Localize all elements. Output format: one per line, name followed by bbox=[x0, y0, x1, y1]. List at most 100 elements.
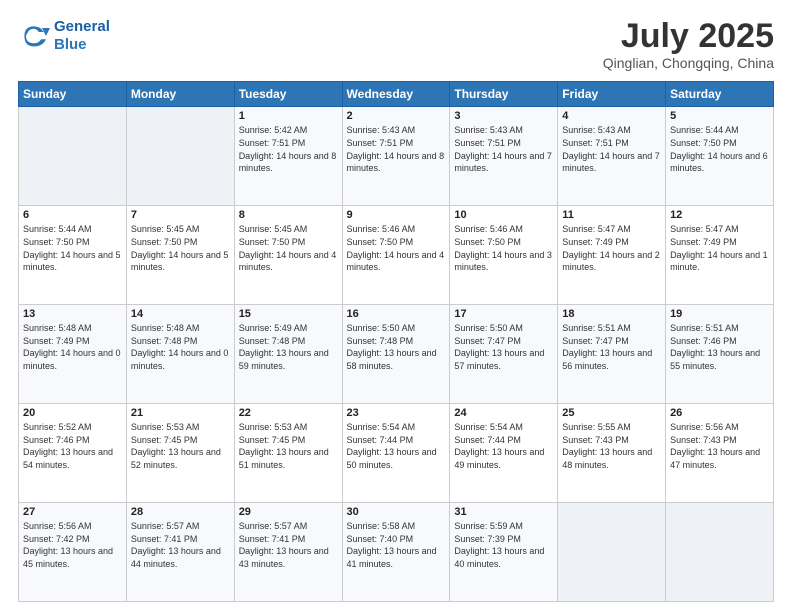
day-cell bbox=[19, 107, 127, 206]
day-cell bbox=[558, 503, 666, 602]
day-number: 13 bbox=[23, 308, 122, 320]
week-row-2: 6 Sunrise: 5:44 AM Sunset: 7:50 PM Daylig… bbox=[19, 206, 774, 305]
day-number: 14 bbox=[131, 308, 230, 320]
header: General Blue July 2025 Qinglian, Chongqi… bbox=[18, 18, 774, 71]
day-info: Sunrise: 5:50 AM Sunset: 7:47 PM Dayligh… bbox=[454, 322, 553, 372]
day-info: Sunrise: 5:54 AM Sunset: 7:44 PM Dayligh… bbox=[454, 421, 553, 471]
day-info: Sunrise: 5:44 AM Sunset: 7:50 PM Dayligh… bbox=[23, 223, 122, 273]
day-info: Sunrise: 5:46 AM Sunset: 7:50 PM Dayligh… bbox=[454, 223, 553, 273]
weekday-header-saturday: Saturday bbox=[666, 82, 774, 107]
weekday-header-monday: Monday bbox=[126, 82, 234, 107]
day-cell: 9 Sunrise: 5:46 AM Sunset: 7:50 PM Daylig… bbox=[342, 206, 450, 305]
day-cell: 20 Sunrise: 5:52 AM Sunset: 7:46 PM Dayli… bbox=[19, 404, 127, 503]
day-info: Sunrise: 5:51 AM Sunset: 7:46 PM Dayligh… bbox=[670, 322, 769, 372]
weekday-header-friday: Friday bbox=[558, 82, 666, 107]
day-info: Sunrise: 5:43 AM Sunset: 7:51 PM Dayligh… bbox=[562, 124, 661, 174]
day-info: Sunrise: 5:50 AM Sunset: 7:48 PM Dayligh… bbox=[347, 322, 446, 372]
day-cell: 15 Sunrise: 5:49 AM Sunset: 7:48 PM Dayli… bbox=[234, 305, 342, 404]
day-number: 12 bbox=[670, 209, 769, 221]
weekday-header-thursday: Thursday bbox=[450, 82, 558, 107]
day-info: Sunrise: 5:46 AM Sunset: 7:50 PM Dayligh… bbox=[347, 223, 446, 273]
day-number: 18 bbox=[562, 308, 661, 320]
day-cell: 23 Sunrise: 5:54 AM Sunset: 7:44 PM Dayli… bbox=[342, 404, 450, 503]
day-number: 30 bbox=[347, 506, 446, 518]
day-cell bbox=[666, 503, 774, 602]
day-cell: 22Sunrise: 5:53 AM Sunset: 7:45 PM Dayli… bbox=[234, 404, 342, 503]
day-info: Sunrise: 5:57 AM Sunset: 7:41 PM Dayligh… bbox=[131, 520, 230, 570]
day-info: Sunrise: 5:57 AM Sunset: 7:41 PM Dayligh… bbox=[239, 520, 338, 570]
day-info: Sunrise: 5:48 AM Sunset: 7:48 PM Dayligh… bbox=[131, 322, 230, 372]
day-info: Sunrise: 5:59 AM Sunset: 7:39 PM Dayligh… bbox=[454, 520, 553, 570]
weekday-header-tuesday: Tuesday bbox=[234, 82, 342, 107]
day-number: 22 bbox=[239, 407, 338, 419]
day-number: 16 bbox=[347, 308, 446, 320]
day-number: 24 bbox=[454, 407, 553, 419]
weekday-header-sunday: Sunday bbox=[19, 82, 127, 107]
day-info: Sunrise: 5:52 AM Sunset: 7:46 PM Dayligh… bbox=[23, 421, 122, 471]
day-info: Sunrise: 5:43 AM Sunset: 7:51 PM Dayligh… bbox=[347, 124, 446, 174]
day-info: Sunrise: 5:49 AM Sunset: 7:48 PM Dayligh… bbox=[239, 322, 338, 372]
day-cell: 6 Sunrise: 5:44 AM Sunset: 7:50 PM Daylig… bbox=[19, 206, 127, 305]
title-block: July 2025 Qinglian, Chongqing, China bbox=[603, 18, 774, 71]
logo: General Blue bbox=[18, 18, 110, 54]
week-row-1: 1 Sunrise: 5:42 AM Sunset: 7:51 PM Daylig… bbox=[19, 107, 774, 206]
logo-text: General Blue bbox=[54, 18, 110, 54]
day-cell: 1 Sunrise: 5:42 AM Sunset: 7:51 PM Daylig… bbox=[234, 107, 342, 206]
day-number: 15 bbox=[239, 308, 338, 320]
day-cell: 21Sunrise: 5:53 AM Sunset: 7:45 PM Dayli… bbox=[126, 404, 234, 503]
day-number: 21 bbox=[131, 407, 230, 419]
day-number: 11 bbox=[562, 209, 661, 221]
day-cell: 29 Sunrise: 5:57 AM Sunset: 7:41 PM Dayli… bbox=[234, 503, 342, 602]
day-cell: 25 Sunrise: 5:55 AM Sunset: 7:43 PM Dayli… bbox=[558, 404, 666, 503]
day-number: 5 bbox=[670, 110, 769, 122]
day-info: Sunrise: 5:47 AM Sunset: 7:49 PM Dayligh… bbox=[670, 223, 769, 273]
day-cell: 5 Sunrise: 5:44 AM Sunset: 7:50 PM Daylig… bbox=[666, 107, 774, 206]
day-info: Sunrise: 5:56 AM Sunset: 7:42 PM Dayligh… bbox=[23, 520, 122, 570]
day-cell: 31 Sunrise: 5:59 AM Sunset: 7:39 PM Dayli… bbox=[450, 503, 558, 602]
day-number: 29 bbox=[239, 506, 338, 518]
day-number: 6 bbox=[23, 209, 122, 221]
day-info: Sunrise: 5:56 AM Sunset: 7:43 PM Dayligh… bbox=[670, 421, 769, 471]
day-cell: 24 Sunrise: 5:54 AM Sunset: 7:44 PM Dayli… bbox=[450, 404, 558, 503]
day-cell: 11 Sunrise: 5:47 AM Sunset: 7:49 PM Dayli… bbox=[558, 206, 666, 305]
day-info: Sunrise: 5:42 AM Sunset: 7:51 PM Dayligh… bbox=[239, 124, 338, 174]
day-number: 17 bbox=[454, 308, 553, 320]
week-row-3: 13Sunrise: 5:48 AM Sunset: 7:49 PM Dayli… bbox=[19, 305, 774, 404]
day-number: 1 bbox=[239, 110, 338, 122]
day-number: 8 bbox=[239, 209, 338, 221]
day-info: Sunrise: 5:54 AM Sunset: 7:44 PM Dayligh… bbox=[347, 421, 446, 471]
day-number: 26 bbox=[670, 407, 769, 419]
day-cell bbox=[126, 107, 234, 206]
day-info: Sunrise: 5:44 AM Sunset: 7:50 PM Dayligh… bbox=[670, 124, 769, 174]
day-cell: 8Sunrise: 5:45 AM Sunset: 7:50 PM Daylig… bbox=[234, 206, 342, 305]
day-cell: 12 Sunrise: 5:47 AM Sunset: 7:49 PM Dayli… bbox=[666, 206, 774, 305]
day-number: 9 bbox=[347, 209, 446, 221]
day-number: 10 bbox=[454, 209, 553, 221]
logo-icon bbox=[18, 20, 50, 52]
day-cell: 14 Sunrise: 5:48 AM Sunset: 7:48 PM Dayli… bbox=[126, 305, 234, 404]
day-info: Sunrise: 5:55 AM Sunset: 7:43 PM Dayligh… bbox=[562, 421, 661, 471]
day-info: Sunrise: 5:47 AM Sunset: 7:49 PM Dayligh… bbox=[562, 223, 661, 273]
calendar-table: SundayMondayTuesdayWednesdayThursdayFrid… bbox=[18, 81, 774, 602]
day-info: Sunrise: 5:51 AM Sunset: 7:47 PM Dayligh… bbox=[562, 322, 661, 372]
day-number: 7 bbox=[131, 209, 230, 221]
logo-line2: Blue bbox=[54, 36, 87, 53]
day-cell: 3Sunrise: 5:43 AM Sunset: 7:51 PM Daylig… bbox=[450, 107, 558, 206]
day-number: 2 bbox=[347, 110, 446, 122]
day-cell: 27 Sunrise: 5:56 AM Sunset: 7:42 PM Dayli… bbox=[19, 503, 127, 602]
day-number: 25 bbox=[562, 407, 661, 419]
day-number: 27 bbox=[23, 506, 122, 518]
day-cell: 30Sunrise: 5:58 AM Sunset: 7:40 PM Dayli… bbox=[342, 503, 450, 602]
day-cell: 17 Sunrise: 5:50 AM Sunset: 7:47 PM Dayli… bbox=[450, 305, 558, 404]
calendar-page: General Blue July 2025 Qinglian, Chongqi… bbox=[0, 0, 792, 612]
day-number: 3 bbox=[454, 110, 553, 122]
day-number: 20 bbox=[23, 407, 122, 419]
day-cell: 28Sunrise: 5:57 AM Sunset: 7:41 PM Dayli… bbox=[126, 503, 234, 602]
day-cell: 7Sunrise: 5:45 AM Sunset: 7:50 PM Daylig… bbox=[126, 206, 234, 305]
day-cell: 26 Sunrise: 5:56 AM Sunset: 7:43 PM Dayli… bbox=[666, 404, 774, 503]
weekday-header-row: SundayMondayTuesdayWednesdayThursdayFrid… bbox=[19, 82, 774, 107]
day-cell: 4Sunrise: 5:43 AM Sunset: 7:51 PM Daylig… bbox=[558, 107, 666, 206]
week-row-4: 20 Sunrise: 5:52 AM Sunset: 7:46 PM Dayli… bbox=[19, 404, 774, 503]
day-number: 23 bbox=[347, 407, 446, 419]
day-number: 31 bbox=[454, 506, 553, 518]
